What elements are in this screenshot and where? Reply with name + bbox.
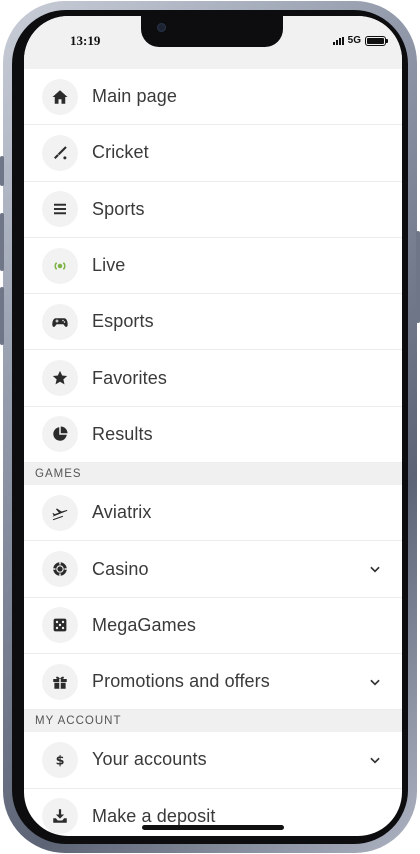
menu-item-esports[interactable]: Esports [24,294,402,351]
download-icon [42,798,78,835]
menu-item-label: Make a deposit [92,805,216,826]
status-time: 13:19 [70,33,101,48]
live-broadcast-icon [42,247,78,284]
menu-item-label: Your accounts [92,749,207,770]
menu-item-your-accounts[interactable]: $ Your accounts [24,732,402,789]
gift-icon [42,663,78,700]
volume-up-button [0,213,4,271]
menu-item-favorites[interactable]: Favorites [24,350,402,407]
gamepad-icon [42,303,78,340]
network-type: 5G [347,35,361,46]
chevron-down-icon[interactable] [368,675,382,689]
menu-item-results[interactable]: Results [24,407,402,464]
menu-item-label: Cricket [92,142,149,163]
section-header-my-account: MY ACCOUNT [24,710,402,733]
menu-item-label: Esports [92,311,154,332]
menu-item-megagames[interactable]: MegaGames [24,598,402,654]
dynamic-notch [141,16,283,47]
battery-icon [365,35,388,46]
menu-item-sports[interactable]: Sports [24,182,402,238]
volume-down-button [0,287,4,345]
menu-item-label: Live [92,255,126,276]
chevron-down-icon[interactable] [368,562,382,576]
menu-item-aviatrix[interactable]: Aviatrix [24,485,402,542]
home-icon [42,78,78,115]
pie-chart-icon [42,416,78,453]
svg-text:$: $ [56,753,65,768]
list-icon [42,191,78,228]
star-icon [42,360,78,397]
airplane-icon [42,494,78,531]
menu-item-promotions[interactable]: Promotions and offers [24,654,402,711]
cricket-bat-icon [42,134,78,171]
menu-item-label: Main page [92,86,177,107]
mute-switch [0,156,4,186]
chevron-down-icon[interactable] [368,753,382,767]
menu-item-cricket[interactable]: Cricket [24,125,402,182]
menu-item-casino[interactable]: Casino [24,541,402,598]
casino-chip-icon [42,551,78,588]
menu-item-label: MegaGames [92,614,196,635]
menu-item-label: Casino [92,558,149,579]
section-header-games: GAMES [24,463,402,486]
side-menu: Main page Cricket Sports Live Esports Fa… [24,69,402,836]
status-indicators: 5G [332,35,388,46]
home-indicator[interactable] [142,825,284,830]
power-button [416,231,420,323]
menu-item-label: Sports [92,198,145,219]
menu-item-label: Results [92,423,153,444]
front-camera-icon [157,23,166,32]
menu-item-main-page[interactable]: Main page [24,69,402,126]
menu-item-live[interactable]: Live [24,238,402,295]
menu-item-label: Aviatrix [92,502,152,523]
menu-item-label: Favorites [92,367,167,388]
dollar-icon: $ [42,741,78,778]
signal-icon [332,36,344,45]
menu-item-label: Promotions and offers [92,671,270,692]
phone-screen: 13:19 5G Main page Cricket Sports Live E… [24,16,402,836]
status-bar: 13:19 5G [24,16,402,69]
dice-icon [42,607,78,644]
